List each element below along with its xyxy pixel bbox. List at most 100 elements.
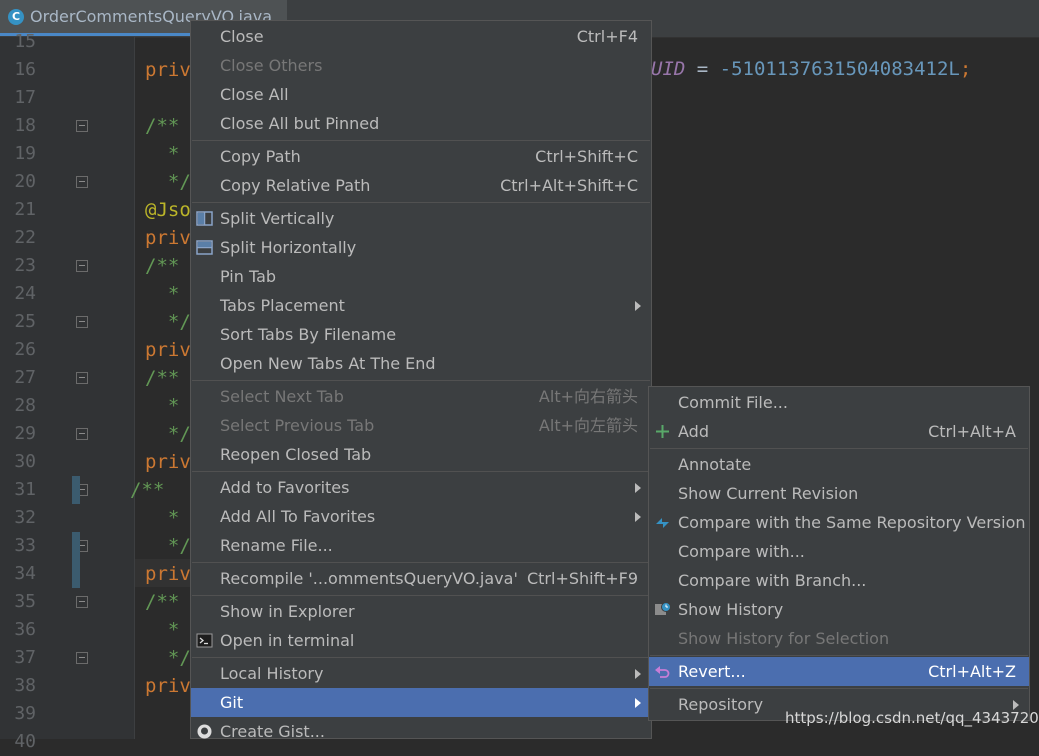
line-number: 22 <box>14 227 36 248</box>
menu-item-close-others[interactable]: Close Others <box>191 51 651 80</box>
menu-item-shortcut: Ctrl+Alt+Shift+C <box>500 176 638 195</box>
code-line: priv <box>145 339 191 361</box>
fold-toggle-icon[interactable] <box>76 260 88 272</box>
line-number: 23 <box>14 255 36 276</box>
fold-toggle-icon[interactable] <box>76 372 88 384</box>
line-number: 31 <box>14 479 36 500</box>
watermark-text: https://blog.csdn.net/qq_43437208 <box>785 709 1039 727</box>
menu-item-shortcut: Ctrl+F4 <box>576 27 638 46</box>
line-number: 25 <box>14 311 36 332</box>
menu-item-label: Compare with... <box>678 542 805 561</box>
assign-operator: = <box>685 58 720 80</box>
split-horizontal-icon <box>196 239 213 256</box>
menu-separator <box>192 140 650 141</box>
line-number: 26 <box>14 339 36 360</box>
line-number: 37 <box>14 647 36 668</box>
menu-item-compare-same-repo[interactable]: Compare with the Same Repository Version <box>649 508 1029 537</box>
menu-separator <box>192 202 650 203</box>
menu-item-local-history[interactable]: Local History <box>191 659 651 688</box>
line-number: 16 <box>14 59 36 80</box>
menu-item-commit-file[interactable]: Commit File... <box>649 388 1029 417</box>
fold-toggle-icon[interactable] <box>76 176 88 188</box>
menu-item-reopen-closed-tab[interactable]: Reopen Closed Tab <box>191 440 651 469</box>
menu-item-label: Add All To Favorites <box>220 507 376 526</box>
fold-toggle-icon[interactable] <box>76 120 88 132</box>
menu-item-add[interactable]: Add Ctrl+Alt+A <box>649 417 1029 446</box>
menu-item-revert[interactable]: Revert... Ctrl+Alt+Z <box>649 657 1029 686</box>
menu-item-close-all[interactable]: Close All <box>191 80 651 109</box>
menu-item-label: Open in terminal <box>220 631 355 650</box>
menu-item-tabs-placement[interactable]: Tabs Placement <box>191 291 651 320</box>
menu-item-compare-with[interactable]: Compare with... <box>649 537 1029 566</box>
menu-item-label: Split Vertically <box>220 209 335 228</box>
menu-item-label: Reopen Closed Tab <box>220 445 372 464</box>
fold-toggle-icon[interactable] <box>76 596 88 608</box>
menu-item-copy-relative-path[interactable]: Copy Relative Path Ctrl+Alt+Shift+C <box>191 171 651 200</box>
terminal-icon <box>196 632 213 649</box>
code-line: */ <box>145 647 191 669</box>
line-number: 32 <box>14 507 36 528</box>
java-class-icon: C <box>8 8 24 25</box>
menu-item-label: Pin Tab <box>220 267 277 286</box>
menu-item-show-history-selection[interactable]: Show History for Selection <box>649 624 1029 653</box>
menu-item-label: Show History <box>678 600 784 619</box>
menu-item-create-gist[interactable]: Create Gist... <box>191 717 651 746</box>
fold-toggle-icon[interactable] <box>76 428 88 440</box>
submenu-arrow-icon <box>635 483 641 493</box>
line-number: 29 <box>14 423 36 444</box>
menu-item-label: Sort Tabs By Filename <box>220 325 397 344</box>
menu-item-label: Annotate <box>678 455 752 474</box>
code-line: /** <box>145 255 180 277</box>
menu-item-label: Close All but Pinned <box>220 114 380 133</box>
menu-item-compare-with-branch[interactable]: Compare with Branch... <box>649 566 1029 595</box>
line-number: 30 <box>14 451 36 472</box>
menu-item-add-all-to-favorites[interactable]: Add All To Favorites <box>191 502 651 531</box>
menu-item-pin-tab[interactable]: Pin Tab <box>191 262 651 291</box>
fold-toggle-icon[interactable] <box>76 316 88 328</box>
menu-item-copy-path[interactable]: Copy Path Ctrl+Shift+C <box>191 142 651 171</box>
submenu-arrow-icon <box>635 301 641 311</box>
line-number: 20 <box>14 171 36 192</box>
menu-item-close[interactable]: Close Ctrl+F4 <box>191 22 651 51</box>
menu-item-label: Show in Explorer <box>220 602 355 621</box>
menu-item-label: Local History <box>220 664 324 683</box>
github-icon <box>196 723 213 740</box>
editor-tab-context-menu: Close Ctrl+F4 Close Others Close All Close A… <box>190 20 652 741</box>
menu-separator <box>650 688 1028 689</box>
code-line: */ <box>145 423 191 445</box>
line-number: 24 <box>14 283 36 304</box>
menu-item-label: Select Next Tab <box>220 387 344 406</box>
menu-item-recompile[interactable]: Recompile '...ommentsQueryVO.java' Ctrl+S… <box>191 564 651 593</box>
menu-separator <box>192 657 650 658</box>
menu-item-label: Rename File... <box>220 536 333 555</box>
fold-toggle-icon[interactable] <box>76 652 88 664</box>
menu-item-show-in-explorer[interactable]: Show in Explorer <box>191 597 651 626</box>
menu-item-close-all-but-pinned[interactable]: Close All but Pinned <box>191 109 651 138</box>
line-number: 27 <box>14 367 36 388</box>
menu-item-open-new-tabs-at-end[interactable]: Open New Tabs At The End <box>191 349 651 378</box>
menu-item-shortcut: Ctrl+Alt+Z <box>928 662 1016 681</box>
line-number: 17 <box>14 87 36 108</box>
menu-item-label: Close Others <box>220 56 323 75</box>
vcs-change-marker[interactable] <box>72 532 80 588</box>
line-number: 35 <box>14 591 36 612</box>
menu-item-open-in-terminal[interactable]: Open in terminal <box>191 626 651 655</box>
menu-item-show-history[interactable]: Show History <box>649 595 1029 624</box>
menu-item-rename-file[interactable]: Rename File... <box>191 531 651 560</box>
menu-item-git[interactable]: Git <box>191 688 651 717</box>
menu-item-select-next-tab[interactable]: Select Next Tab Alt+向右箭头 <box>191 382 651 411</box>
menu-item-annotate[interactable]: Annotate <box>649 450 1029 479</box>
menu-item-show-current-revision[interactable]: Show Current Revision <box>649 479 1029 508</box>
submenu-arrow-icon <box>635 698 641 708</box>
menu-item-sort-tabs[interactable]: Sort Tabs By Filename <box>191 320 651 349</box>
line-number: 21 <box>14 199 36 220</box>
code-line: @Jso <box>145 199 191 221</box>
menu-item-shortcut: Alt+向右箭头 <box>538 387 638 406</box>
menu-item-split-vertically[interactable]: Split Vertically <box>191 204 651 233</box>
menu-item-add-to-favorites[interactable]: Add to Favorites <box>191 473 651 502</box>
menu-item-label: Revert... <box>678 662 746 681</box>
menu-item-label: Compare with the Same Repository Version <box>678 513 1026 532</box>
menu-item-select-previous-tab[interactable]: Select Previous Tab Alt+向左箭头 <box>191 411 651 440</box>
menu-item-split-horizontally[interactable]: Split Horizontally <box>191 233 651 262</box>
vcs-change-marker[interactable] <box>72 476 80 504</box>
